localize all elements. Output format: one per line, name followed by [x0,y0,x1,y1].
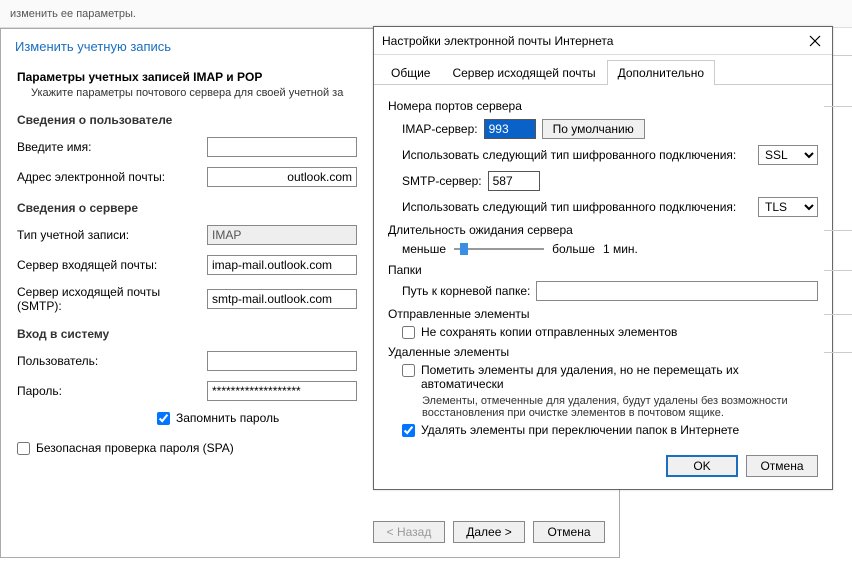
internet-email-settings-dialog: Настройки электронной почты Интернета Об… [373,26,833,490]
label-dont-save-sent: Не сохранять копии отправленных элементо… [421,325,677,339]
input-smtp-port[interactable] [488,171,540,191]
deletion-note: Элементы, отмеченные для удаления, будут… [422,395,818,419]
input-password[interactable] [207,381,357,401]
input-name[interactable] [207,137,357,157]
label-email: Адрес электронной почты: [17,170,207,184]
checkbox-spa[interactable] [17,442,30,455]
legend-deleted-items: Удаленные элементы [388,345,818,359]
input-email[interactable] [207,167,357,187]
label-imap-encryption: Использовать следующий тип шифрованного … [402,148,736,162]
label-remember-password: Запомнить пароль [176,411,279,425]
ok-button[interactable]: OK [666,455,738,477]
label-smtp-server: SMTP-сервер: [402,174,482,188]
legend-folders: Папки [388,263,818,277]
label-imap-server: IMAP-сервер: [402,122,478,136]
context-hint: изменить ее параметры. [0,0,852,28]
label-outgoing-server: Сервер исходящей почты (SMTP): [17,285,207,313]
cancel-button[interactable]: Отмена [533,521,605,543]
legend-server-ports: Номера портов сервера [388,99,818,113]
label-password: Пароль: [17,384,207,398]
label-username: Пользователь: [17,354,207,368]
label-spa: Безопасная проверка пароля (SPA) [36,441,234,455]
tab-general[interactable]: Общие [380,60,441,85]
legend-sent-items: Отправленные элементы [388,307,818,321]
legend-timeout: Длительность ожидания сервера [388,223,818,237]
select-account-type[interactable] [207,225,357,245]
input-incoming-server[interactable] [207,255,357,275]
label-mark-for-deletion: Пометить элементы для удаления, но не пе… [421,363,818,391]
checkbox-purge-on-switch[interactable] [402,424,415,437]
select-imap-encryption[interactable]: SSL [758,145,818,165]
modal-tabs: Общие Сервер исходящей почты Дополнитель… [374,59,832,85]
close-button[interactable] [806,32,824,50]
modal-title: Настройки электронной почты Интернета [382,34,806,48]
input-imap-port[interactable] [484,119,536,139]
label-name: Введите имя: [17,140,207,154]
tab-outgoing-server[interactable]: Сервер исходящей почты [441,60,606,85]
label-less: меньше [402,242,446,256]
checkbox-remember-password[interactable] [157,412,170,425]
label-account-type: Тип учетной записи: [17,228,207,242]
close-icon [809,35,821,47]
timeout-slider[interactable] [454,241,544,257]
checkbox-dont-save-sent[interactable] [402,326,415,339]
input-root-path[interactable] [536,281,818,301]
next-button[interactable]: Далее > [453,521,525,543]
back-button: < Назад [373,521,445,543]
label-root-path: Путь к корневой папке: [402,284,530,298]
input-username[interactable] [207,351,357,371]
checkbox-mark-for-deletion[interactable] [402,364,415,377]
label-incoming-server: Сервер входящей почты: [17,258,207,272]
label-purge-on-switch: Удалять элементы при переключении папок … [421,423,739,437]
label-more: больше [552,242,595,256]
modal-cancel-button[interactable]: Отмена [746,455,818,477]
timeout-value: 1 мин. [603,242,638,256]
label-smtp-encryption: Использовать следующий тип шифрованного … [402,200,736,214]
select-smtp-encryption[interactable]: TLS [758,197,818,217]
tab-advanced[interactable]: Дополнительно [607,60,715,85]
input-outgoing-server[interactable] [207,289,357,309]
defaults-button[interactable]: По умолчанию [542,119,645,139]
